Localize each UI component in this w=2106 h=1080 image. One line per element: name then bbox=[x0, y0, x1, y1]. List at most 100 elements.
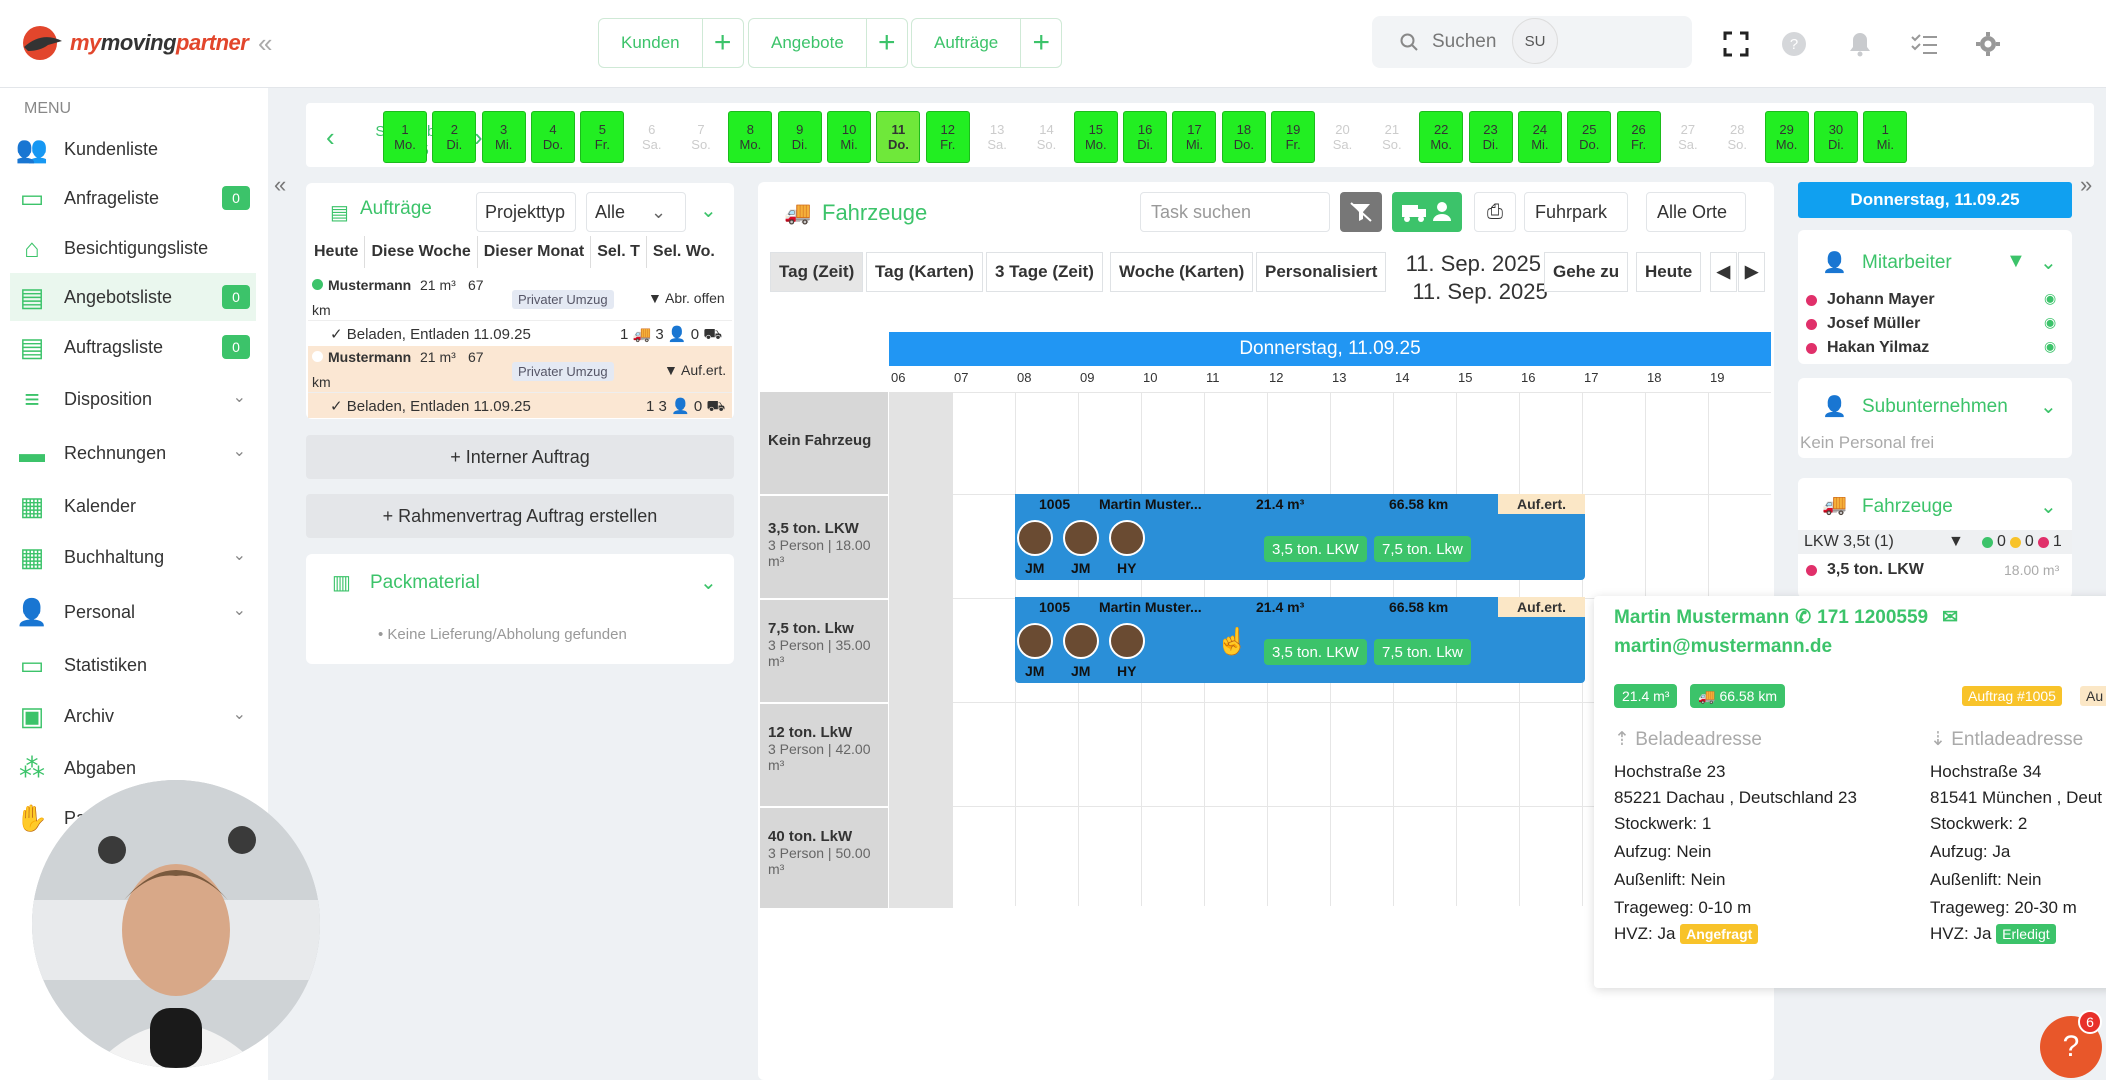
day-cell[interactable]: 8 Mo. bbox=[728, 111, 773, 163]
bell-icon[interactable] bbox=[1840, 24, 1880, 64]
sidebar-item-statistiken[interactable]: ▭ Statistiken bbox=[10, 641, 256, 689]
interner-auftrag-button[interactable]: + Interner Auftrag bbox=[306, 435, 734, 479]
day-cell[interactable]: 17 Mi. bbox=[1172, 111, 1217, 163]
day-cell[interactable]: 25 Do. bbox=[1567, 111, 1612, 163]
next-day-button[interactable]: ▶ bbox=[1738, 252, 1766, 292]
sidebar-item-rechnungen[interactable]: ▬ Rechnungen ⌄ bbox=[10, 429, 256, 477]
day-cell[interactable]: 3 Mi. bbox=[481, 111, 526, 163]
settings-gear-icon[interactable] bbox=[1968, 24, 2008, 64]
mitarbeiter-item[interactable]: Johann Mayer bbox=[1806, 291, 1935, 309]
day-cell[interactable]: 12 Fr. bbox=[925, 111, 970, 163]
day-cell[interactable]: 9 Di. bbox=[777, 111, 822, 163]
help-icon[interactable]: ? bbox=[1774, 24, 1814, 64]
day-cell[interactable]: 10 Mi. bbox=[827, 111, 872, 163]
popup-auftrag-badge[interactable]: Auftrag #1005 bbox=[1962, 686, 2062, 706]
collapse-right-icon[interactable]: » bbox=[2080, 172, 2092, 198]
expand-chevron-icon[interactable]: ⌄ bbox=[700, 198, 717, 223]
sidebar-item-angebotsliste[interactable]: ▤ Angebotsliste 0 bbox=[10, 273, 256, 321]
app-logo[interactable]: mymovingpartner bbox=[18, 20, 249, 66]
add-angebot-icon[interactable]: + bbox=[867, 19, 907, 67]
day-cell[interactable]: 13 Sa. bbox=[975, 111, 1020, 163]
mitarbeiter-item[interactable]: Josef Müller bbox=[1806, 315, 1920, 333]
view-personalisiert[interactable]: Personalisiert bbox=[1256, 252, 1387, 292]
staff-avatar[interactable] bbox=[1063, 623, 1099, 659]
view-woche-karten[interactable]: Woche (Karten) bbox=[1110, 252, 1254, 292]
clear-filter-button[interactable] bbox=[1340, 192, 1382, 232]
eye-icon[interactable]: ◉ bbox=[2044, 290, 2056, 307]
day-cell[interactable]: 14 So. bbox=[1024, 111, 1069, 163]
order-row[interactable]: Mustermann 21 m³ 67 km Privater Umzug ▼ … bbox=[308, 274, 732, 320]
filter-sel-t[interactable]: Sel. T bbox=[591, 236, 647, 268]
day-cell[interactable]: 20 Sa. bbox=[1320, 111, 1365, 163]
fahrzeug-filter-row[interactable]: LKW 3,5t (1) ▼ 001 bbox=[1798, 530, 2072, 554]
day-cell[interactable]: 23 Di. bbox=[1468, 111, 1513, 163]
staff-avatar[interactable] bbox=[1063, 520, 1099, 556]
filter-dieser-monat[interactable]: Dieser Monat bbox=[478, 236, 592, 268]
day-cell[interactable]: 5 Fr. bbox=[580, 111, 625, 163]
chevron-down-icon[interactable]: ⌄ bbox=[2040, 394, 2057, 419]
alle-select[interactable]: Alle ⌄ bbox=[586, 192, 686, 232]
day-cell[interactable]: 11 Do. bbox=[876, 111, 921, 163]
day-cell[interactable]: 4 Do. bbox=[531, 111, 576, 163]
order-row[interactable]: Mustermann 21 m³ 67 km Privater Umzug ▼ … bbox=[308, 346, 732, 392]
heute-button[interactable]: Heute bbox=[1636, 252, 1702, 292]
sidebar-item-kundenliste[interactable]: 👥 Kundenliste bbox=[10, 125, 256, 173]
sidebar-item-besichtigungsliste[interactable]: ⌂ Besichtigungsliste bbox=[10, 224, 256, 272]
day-cell[interactable]: 24 Mi. bbox=[1517, 111, 1562, 163]
kunden-button[interactable]: Kunden bbox=[599, 19, 703, 67]
projekttyp-select[interactable]: Projekttyp bbox=[476, 192, 576, 232]
tasks-icon[interactable] bbox=[1904, 24, 1944, 64]
popup-phone[interactable]: 171 1200559 bbox=[1817, 607, 1928, 629]
sidebar-item-personal[interactable]: 👤 Personal ⌄ bbox=[10, 588, 256, 636]
chevron-down-icon[interactable]: ⌄ bbox=[700, 570, 717, 595]
view-3-tage-zeit[interactable]: 3 Tage (Zeit) bbox=[986, 252, 1103, 292]
day-cell[interactable]: 27 Sa. bbox=[1665, 111, 1710, 163]
truck-person-toggle[interactable] bbox=[1392, 192, 1462, 232]
collapse-left-icon[interactable]: « bbox=[274, 172, 286, 198]
fullscreen-icon[interactable] bbox=[1716, 24, 1756, 64]
day-cell[interactable]: 15 Mo. bbox=[1073, 111, 1118, 163]
day-cell[interactable]: 16 Di. bbox=[1123, 111, 1168, 163]
print-button[interactable]: ⎙ bbox=[1474, 192, 1516, 232]
day-cell[interactable]: 1 Mo. bbox=[383, 111, 427, 163]
rahmenvertrag-button[interactable]: + Rahmenvertrag Auftrag erstellen bbox=[306, 494, 734, 538]
day-cell[interactable]: 7 So. bbox=[679, 111, 724, 163]
task-search-input[interactable]: Task suchen bbox=[1140, 192, 1330, 232]
staff-avatar[interactable] bbox=[1017, 520, 1053, 556]
staff-avatar[interactable] bbox=[1109, 520, 1145, 556]
sidebar-item-archiv[interactable]: ▣ Archiv ⌄ bbox=[10, 692, 256, 740]
chevron-down-icon[interactable]: ⌄ bbox=[2040, 494, 2057, 519]
sidebar-item-disposition[interactable]: ≡ Disposition ⌄ bbox=[10, 375, 256, 423]
sidebar-item-abgaben[interactable]: ⁂ Abgaben bbox=[10, 744, 256, 792]
day-cell[interactable]: 26 Fr. bbox=[1616, 111, 1661, 163]
add-kunde-icon[interactable]: + bbox=[703, 19, 743, 67]
gehe-zu-button[interactable]: Gehe zu bbox=[1544, 252, 1629, 292]
day-cell[interactable]: 19 Fr. bbox=[1271, 111, 1316, 163]
staff-avatar[interactable] bbox=[1017, 623, 1053, 659]
sidebar-item-auftragsliste[interactable]: ▤ Auftragsliste 0 bbox=[10, 323, 256, 371]
angebote-button[interactable]: Angebote bbox=[749, 19, 867, 67]
order-task-row[interactable]: ✓ Beladen, Entladen 11.09.25 1 🚚 3 👤 0 ⛟ bbox=[308, 320, 732, 346]
popup-email[interactable]: martin@mustermann.de bbox=[1614, 636, 1832, 658]
sidebar-item-kalender[interactable]: ▦ Kalender bbox=[10, 482, 256, 530]
email-icon[interactable]: ✉ bbox=[1942, 606, 1958, 629]
day-cell[interactable]: 18 Do. bbox=[1221, 111, 1266, 163]
alle-orte-select[interactable]: Alle Orte bbox=[1646, 192, 1746, 232]
day-cell[interactable]: 1 Mi. bbox=[1863, 111, 1908, 163]
view-tag-zeit[interactable]: Tag (Zeit) bbox=[770, 252, 864, 292]
eye-icon[interactable]: ◉ bbox=[2044, 338, 2056, 355]
auftraege-button[interactable]: Aufträge bbox=[912, 19, 1022, 67]
staff-avatar[interactable] bbox=[1109, 623, 1145, 659]
sidebar-item-buchhaltung[interactable]: ▦ Buchhaltung ⌄ bbox=[10, 533, 256, 581]
order-task-row[interactable]: ✓ Beladen, Entladen 11.09.25 1 3 👤 0 ⛟ bbox=[308, 392, 732, 418]
day-cell[interactable]: 22 Mo. bbox=[1419, 111, 1464, 163]
popup-customer-name[interactable]: Martin Mustermann bbox=[1614, 607, 1789, 629]
filter-diese-woche[interactable]: Diese Woche bbox=[365, 236, 478, 268]
day-cell[interactable]: 30 Di. bbox=[1813, 111, 1858, 163]
day-cell[interactable]: 6 Sa. bbox=[629, 111, 674, 163]
fuhrpark-select[interactable]: Fuhrpark bbox=[1524, 192, 1628, 232]
day-cell[interactable]: 21 So. bbox=[1369, 111, 1414, 163]
mitarbeiter-item[interactable]: Hakan Yilmaz bbox=[1806, 339, 1929, 357]
add-auftrag-icon[interactable]: + bbox=[1021, 19, 1061, 67]
prev-day-button[interactable]: ◀ bbox=[1710, 252, 1738, 292]
